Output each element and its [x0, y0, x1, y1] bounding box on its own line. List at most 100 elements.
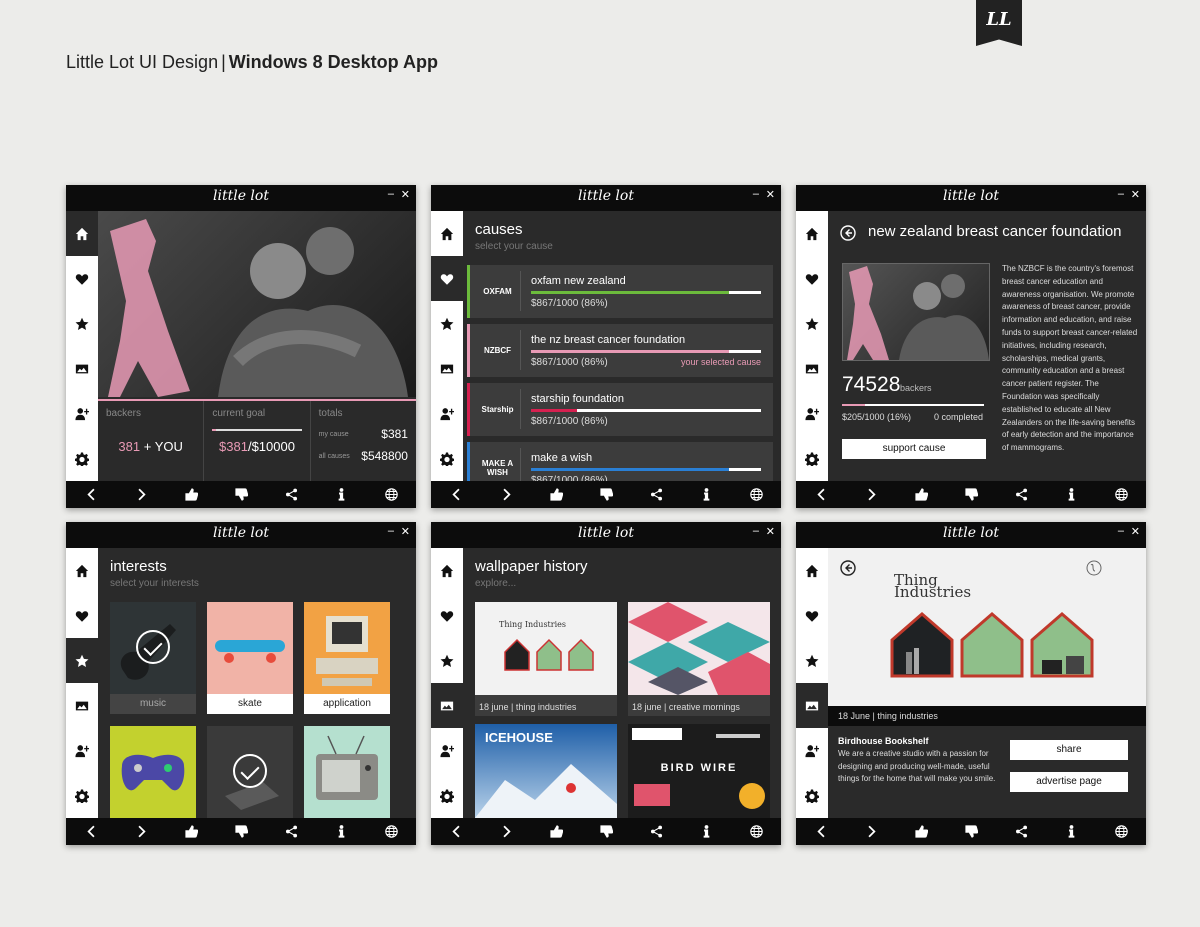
- cause-item[interactable]: OXFAM oxfam new zealand $867/1000 (86%): [467, 265, 773, 318]
- sidebar-item-home[interactable]: [796, 211, 828, 256]
- share-button[interactable]: [276, 481, 306, 508]
- dislike-button[interactable]: [956, 481, 986, 508]
- interest-tile[interactable]: [207, 726, 293, 818]
- back-button[interactable]: [441, 818, 471, 845]
- minimize-button[interactable]: –: [388, 525, 394, 537]
- sidebar-item-home[interactable]: [66, 211, 98, 256]
- back-arrow-icon[interactable]: [840, 560, 856, 576]
- sidebar-item-interests[interactable]: [796, 638, 828, 683]
- info-button[interactable]: [326, 818, 356, 845]
- like-button[interactable]: [906, 818, 936, 845]
- sidebar-item-home[interactable]: [796, 548, 828, 593]
- sidebar-item-wallpapers[interactable]: [66, 683, 98, 728]
- share-button[interactable]: [641, 818, 671, 845]
- back-button[interactable]: [806, 481, 836, 508]
- cause-item[interactable]: MAKE A WISH make a wish $867/1000 (86%): [467, 442, 773, 481]
- interest-tile[interactable]: music: [110, 602, 196, 714]
- sidebar-item-settings[interactable]: [431, 773, 463, 818]
- globe-button[interactable]: [376, 818, 406, 845]
- like-button[interactable]: [541, 481, 571, 508]
- share-button[interactable]: [1006, 818, 1036, 845]
- back-arrow-icon[interactable]: [840, 225, 856, 241]
- sidebar-item-home[interactable]: [431, 211, 463, 256]
- sidebar-item-wallpapers[interactable]: [431, 683, 463, 728]
- info-button[interactable]: [1056, 481, 1086, 508]
- sidebar-item-interests[interactable]: [796, 301, 828, 346]
- sidebar-item-causes[interactable]: [66, 593, 98, 638]
- close-button[interactable]: ✕: [1131, 188, 1140, 201]
- back-button[interactable]: [806, 818, 836, 845]
- close-button[interactable]: ✕: [766, 525, 775, 538]
- forward-button[interactable]: [491, 481, 521, 508]
- minimize-button[interactable]: –: [388, 188, 394, 200]
- cause-item[interactable]: NZBCF the nz breast cancer foundation $867…: [467, 324, 773, 377]
- share-button[interactable]: [276, 818, 306, 845]
- sidebar-item-interests[interactable]: [66, 301, 98, 346]
- sidebar-item-wallpapers[interactable]: [66, 346, 98, 391]
- interest-tile[interactable]: [110, 726, 196, 818]
- sidebar-item-causes[interactable]: [796, 256, 828, 301]
- sidebar-item-add-friend[interactable]: [431, 391, 463, 436]
- sidebar-item-interests[interactable]: [431, 638, 463, 683]
- sidebar-item-causes[interactable]: [66, 256, 98, 301]
- globe-button[interactable]: [741, 818, 771, 845]
- forward-button[interactable]: [856, 818, 886, 845]
- globe-button[interactable]: [1106, 481, 1136, 508]
- close-button[interactable]: ✕: [401, 525, 410, 538]
- support-cause-button[interactable]: support cause: [842, 439, 986, 459]
- info-button[interactable]: [691, 481, 721, 508]
- sidebar-item-home[interactable]: [66, 548, 98, 593]
- cause-item[interactable]: Starship starship foundation $867/1000 (86…: [467, 383, 773, 436]
- globe-button[interactable]: [741, 481, 771, 508]
- close-button[interactable]: ✕: [401, 188, 410, 201]
- sidebar-item-causes[interactable]: [431, 593, 463, 638]
- info-button[interactable]: [691, 818, 721, 845]
- like-button[interactable]: [176, 818, 206, 845]
- dislike-button[interactable]: [226, 818, 256, 845]
- info-button[interactable]: [1056, 818, 1086, 845]
- back-button[interactable]: [441, 481, 471, 508]
- dislike-button[interactable]: [956, 818, 986, 845]
- minimize-button[interactable]: –: [1118, 525, 1124, 537]
- forward-button[interactable]: [856, 481, 886, 508]
- globe-button[interactable]: [376, 481, 406, 508]
- sidebar-item-add-friend[interactable]: [431, 728, 463, 773]
- share-button[interactable]: [641, 481, 671, 508]
- back-button[interactable]: [76, 818, 106, 845]
- sidebar-item-settings[interactable]: [66, 436, 98, 481]
- dislike-button[interactable]: [226, 481, 256, 508]
- sidebar-item-interests[interactable]: [66, 638, 98, 683]
- globe-button[interactable]: [1106, 818, 1136, 845]
- sidebar-item-wallpapers[interactable]: [431, 346, 463, 391]
- sidebar-item-settings[interactable]: [796, 773, 828, 818]
- interest-tile[interactable]: application: [304, 602, 390, 714]
- wallpaper-item[interactable]: BIRD WIRE: [628, 724, 770, 818]
- share-button[interactable]: [1006, 481, 1036, 508]
- forward-button[interactable]: [491, 818, 521, 845]
- close-button[interactable]: ✕: [766, 188, 775, 201]
- minimize-button[interactable]: –: [753, 525, 759, 537]
- forward-button[interactable]: [126, 481, 156, 508]
- wallpaper-item[interactable]: ICEHOUSE: [475, 724, 617, 818]
- minimize-button[interactable]: –: [753, 188, 759, 200]
- forward-button[interactable]: [126, 818, 156, 845]
- minimize-button[interactable]: –: [1118, 188, 1124, 200]
- sidebar-item-settings[interactable]: [66, 773, 98, 818]
- like-button[interactable]: [541, 818, 571, 845]
- sidebar-item-causes[interactable]: [431, 256, 463, 301]
- wallpaper-item[interactable]: 18 june | creative mornings: [628, 602, 770, 716]
- share-wallpaper-button[interactable]: share: [1010, 740, 1128, 760]
- sidebar-item-causes[interactable]: [796, 593, 828, 638]
- close-button[interactable]: ✕: [1131, 525, 1140, 538]
- interest-tile[interactable]: [304, 726, 390, 818]
- wallpaper-item[interactable]: Thing Industries 18 june | thing industr…: [475, 602, 617, 716]
- sidebar-item-add-friend[interactable]: [66, 728, 98, 773]
- sidebar-item-home[interactable]: [431, 548, 463, 593]
- like-button[interactable]: [906, 481, 936, 508]
- sidebar-item-add-friend[interactable]: [796, 391, 828, 436]
- sidebar-item-add-friend[interactable]: [66, 391, 98, 436]
- sidebar-item-settings[interactable]: [796, 436, 828, 481]
- sidebar-item-settings[interactable]: [431, 436, 463, 481]
- info-button[interactable]: [326, 481, 356, 508]
- interest-tile[interactable]: skate: [207, 602, 293, 714]
